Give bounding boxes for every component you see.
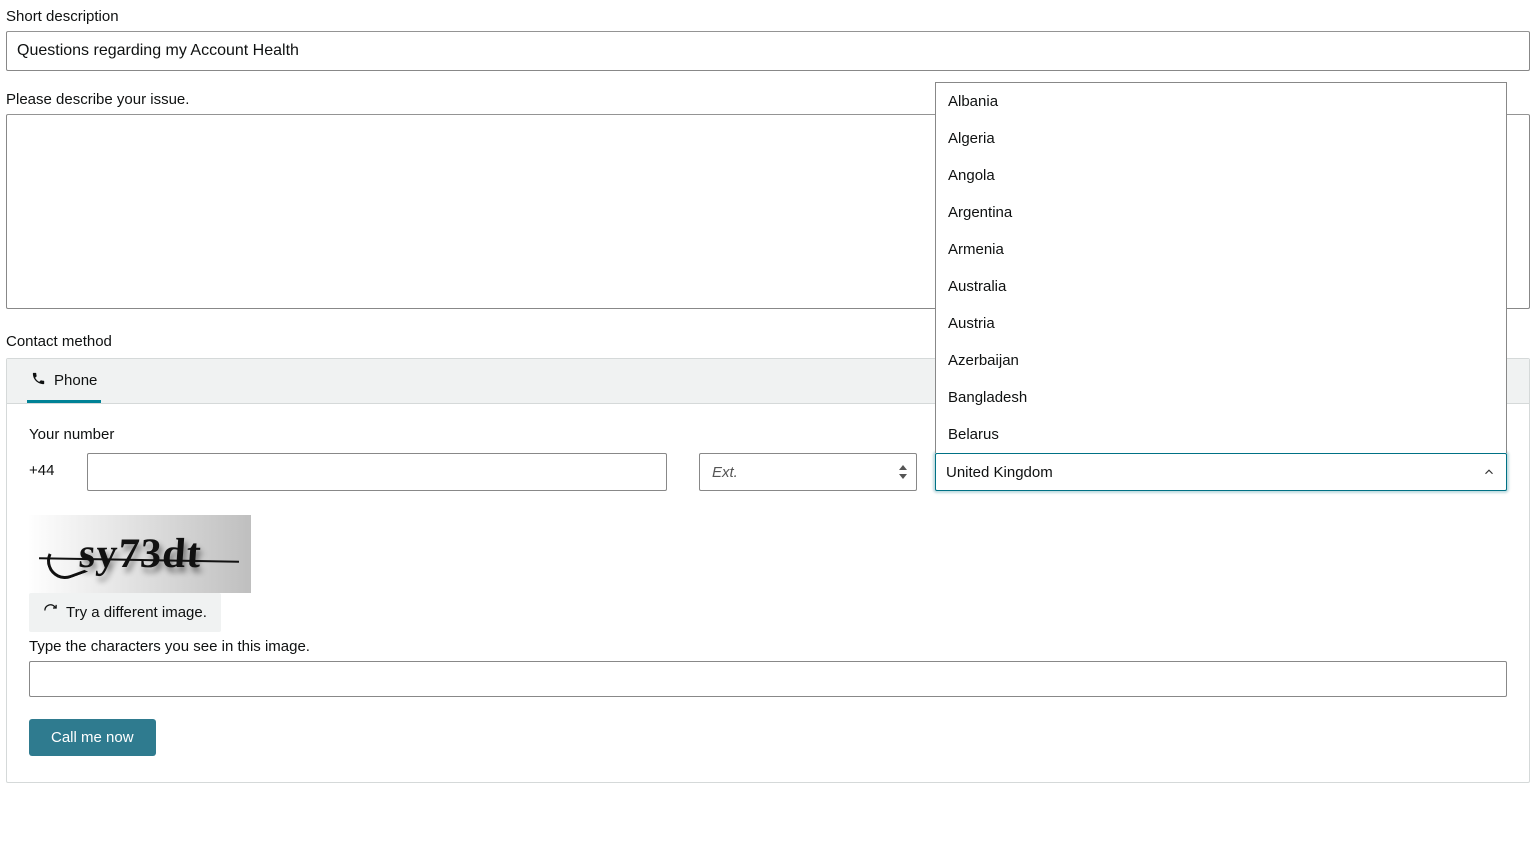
country-option[interactable]: Belarus	[936, 416, 1506, 453]
country-option[interactable]: Albania	[936, 83, 1506, 120]
call-me-now-button[interactable]: Call me now	[29, 719, 156, 756]
country-selected-label: United Kingdom	[946, 464, 1053, 481]
try-different-label: Try a different image.	[66, 604, 207, 621]
country-option[interactable]: Bangladesh	[936, 379, 1506, 416]
captcha-instruction: Type the characters you see in this imag…	[29, 638, 1507, 655]
captcha-image: sy73dt	[29, 515, 251, 593]
phone-icon	[31, 371, 46, 390]
dial-code: +44	[29, 453, 69, 479]
stepper-icon[interactable]	[898, 465, 908, 479]
country-option[interactable]: Armenia	[936, 231, 1506, 268]
short-description-label: Short description	[6, 8, 1530, 25]
refresh-icon	[43, 603, 58, 622]
tab-phone-label: Phone	[54, 372, 97, 389]
country-dropdown[interactable]: AlbaniaAlgeriaAngolaArgentinaArmeniaAust…	[935, 82, 1507, 453]
ext-field[interactable]	[699, 453, 917, 491]
ext-input[interactable]	[710, 463, 906, 482]
country-select[interactable]: United Kingdom	[935, 453, 1507, 491]
country-option[interactable]: Argentina	[936, 194, 1506, 231]
country-option[interactable]: Azerbaijan	[936, 342, 1506, 379]
country-option[interactable]: Angola	[936, 157, 1506, 194]
captcha-distorted-text: sy73dt	[77, 530, 203, 578]
country-option[interactable]: Algeria	[936, 120, 1506, 157]
captcha-input[interactable]	[29, 661, 1507, 697]
country-option[interactable]: Austria	[936, 305, 1506, 342]
chevron-up-icon	[1482, 465, 1496, 479]
phone-input[interactable]	[87, 453, 667, 491]
try-different-image-button[interactable]: Try a different image.	[29, 593, 221, 632]
tab-phone[interactable]: Phone	[27, 359, 101, 403]
short-description-input[interactable]	[6, 31, 1530, 71]
country-option[interactable]: Australia	[936, 268, 1506, 305]
